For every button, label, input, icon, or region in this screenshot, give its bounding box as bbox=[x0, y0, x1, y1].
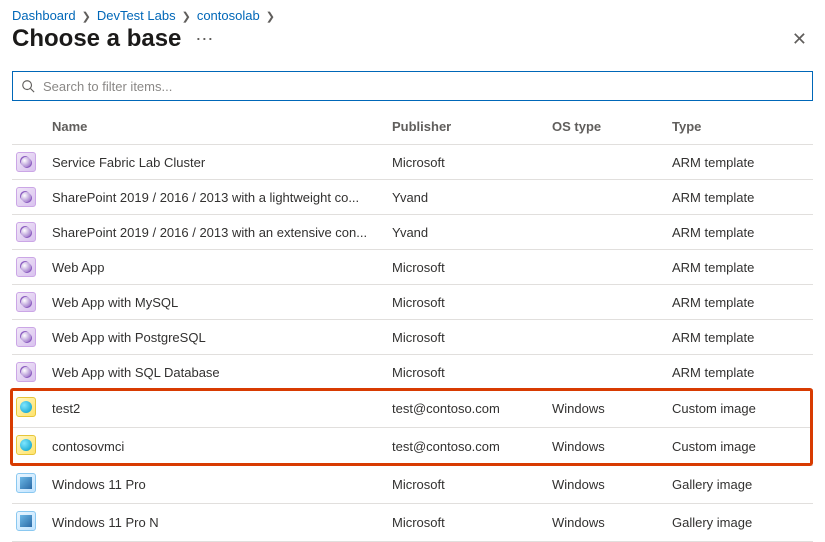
cell-publisher: Microsoft bbox=[386, 320, 546, 355]
arm-template-icon bbox=[16, 292, 36, 312]
table-header-row: Name Publisher OS type Type bbox=[12, 111, 813, 145]
breadcrumb-link[interactable]: DevTest Labs bbox=[97, 8, 176, 23]
cell-publisher: Microsoft bbox=[386, 145, 546, 180]
breadcrumb-link[interactable]: Dashboard bbox=[12, 8, 76, 23]
cell-name: SharePoint 2019 / 2016 / 2013 with a lig… bbox=[46, 180, 386, 215]
base-table: Name Publisher OS type Type Service Fabr… bbox=[12, 111, 813, 542]
search-icon bbox=[21, 79, 35, 93]
cell-os bbox=[546, 215, 666, 250]
cell-os bbox=[546, 145, 666, 180]
cell-type: Gallery image bbox=[666, 504, 813, 542]
table-row[interactable]: Windows 11 Pro NMicrosoftWindowsGallery … bbox=[12, 504, 813, 542]
cell-type: ARM template bbox=[666, 285, 813, 320]
cell-type: Custom image bbox=[666, 390, 813, 428]
search-input[interactable] bbox=[41, 72, 804, 100]
cell-os bbox=[546, 180, 666, 215]
cell-os: Windows bbox=[546, 390, 666, 428]
cell-type: ARM template bbox=[666, 145, 813, 180]
close-button[interactable]: ✕ bbox=[786, 26, 813, 52]
table-row[interactable]: Web App with SQL DatabaseMicrosoft ARM te… bbox=[12, 355, 813, 390]
arm-template-icon bbox=[16, 152, 36, 172]
search-box[interactable] bbox=[12, 71, 813, 101]
cell-publisher: test@contoso.com bbox=[386, 390, 546, 428]
cell-os bbox=[546, 320, 666, 355]
gallery-image-icon bbox=[16, 511, 36, 531]
table-row[interactable]: SharePoint 2019 / 2016 / 2013 with an ex… bbox=[12, 215, 813, 250]
table-row[interactable]: SharePoint 2019 / 2016 / 2013 with a lig… bbox=[12, 180, 813, 215]
page-title: Choose a base bbox=[12, 25, 181, 53]
table-row[interactable]: Service Fabric Lab ClusterMicrosoft ARM t… bbox=[12, 145, 813, 180]
cell-os bbox=[546, 250, 666, 285]
cell-publisher: Microsoft bbox=[386, 466, 546, 504]
cell-name: Web App with MySQL bbox=[46, 285, 386, 320]
cell-name: Web App with PostgreSQL bbox=[46, 320, 386, 355]
cell-publisher: test@contoso.com bbox=[386, 428, 546, 466]
cell-type: Gallery image bbox=[666, 466, 813, 504]
arm-template-icon bbox=[16, 362, 36, 382]
arm-template-icon bbox=[16, 327, 36, 347]
cell-os: Windows bbox=[546, 428, 666, 466]
cell-type: ARM template bbox=[666, 250, 813, 285]
cell-name: Windows 11 Pro bbox=[46, 466, 386, 504]
cell-type: ARM template bbox=[666, 180, 813, 215]
cell-os bbox=[546, 355, 666, 390]
cell-publisher: Microsoft bbox=[386, 285, 546, 320]
table-row[interactable]: test2test@contoso.comWindowsCustom image bbox=[12, 390, 813, 428]
arm-template-icon bbox=[16, 222, 36, 242]
chevron-right-icon: ❯ bbox=[82, 10, 91, 23]
cell-type: Custom image bbox=[666, 428, 813, 466]
title-bar: Choose a base ⋯ ✕ bbox=[12, 25, 813, 53]
table-row[interactable]: Web AppMicrosoft ARM template bbox=[12, 250, 813, 285]
table-row[interactable]: contosovmcitest@contoso.comWindowsCustom… bbox=[12, 428, 813, 466]
cell-publisher: Yvand bbox=[386, 215, 546, 250]
cell-name: Service Fabric Lab Cluster bbox=[46, 145, 386, 180]
table-row[interactable]: Windows 11 ProMicrosoftWindowsGallery im… bbox=[12, 466, 813, 504]
cell-publisher: Yvand bbox=[386, 180, 546, 215]
table-wrapper: Name Publisher OS type Type Service Fabr… bbox=[12, 111, 813, 542]
arm-template-icon bbox=[16, 187, 36, 207]
col-os[interactable]: OS type bbox=[546, 111, 666, 145]
more-actions-button[interactable]: ⋯ bbox=[195, 29, 214, 50]
cell-name: contosovmci bbox=[46, 428, 386, 466]
col-publisher[interactable]: Publisher bbox=[386, 111, 546, 145]
cell-os: Windows bbox=[546, 466, 666, 504]
custom-image-icon bbox=[16, 435, 36, 455]
gallery-image-icon bbox=[16, 473, 36, 493]
cell-os: Windows bbox=[546, 504, 666, 542]
cell-name: Web App bbox=[46, 250, 386, 285]
cell-publisher: Microsoft bbox=[386, 250, 546, 285]
cell-name: test2 bbox=[46, 390, 386, 428]
cell-name: SharePoint 2019 / 2016 / 2013 with an ex… bbox=[46, 215, 386, 250]
cell-name: Windows 11 Pro N bbox=[46, 504, 386, 542]
cell-name: Web App with SQL Database bbox=[46, 355, 386, 390]
custom-image-icon bbox=[16, 397, 36, 417]
cell-type: ARM template bbox=[666, 320, 813, 355]
table-row[interactable]: Web App with PostgreSQLMicrosoft ARM temp… bbox=[12, 320, 813, 355]
cell-os bbox=[546, 285, 666, 320]
chevron-right-icon: ❯ bbox=[182, 10, 191, 23]
arm-template-icon bbox=[16, 257, 36, 277]
table-row[interactable]: Web App with MySQLMicrosoft ARM template bbox=[12, 285, 813, 320]
col-type[interactable]: Type bbox=[666, 111, 813, 145]
cell-publisher: Microsoft bbox=[386, 355, 546, 390]
col-name[interactable]: Name bbox=[46, 111, 386, 145]
cell-type: ARM template bbox=[666, 215, 813, 250]
cell-publisher: Microsoft bbox=[386, 504, 546, 542]
chevron-right-icon: ❯ bbox=[266, 10, 275, 23]
cell-type: ARM template bbox=[666, 355, 813, 390]
breadcrumb-link[interactable]: contosolab bbox=[197, 8, 260, 23]
breadcrumb: Dashboard ❯ DevTest Labs ❯ contosolab ❯ bbox=[12, 8, 813, 23]
